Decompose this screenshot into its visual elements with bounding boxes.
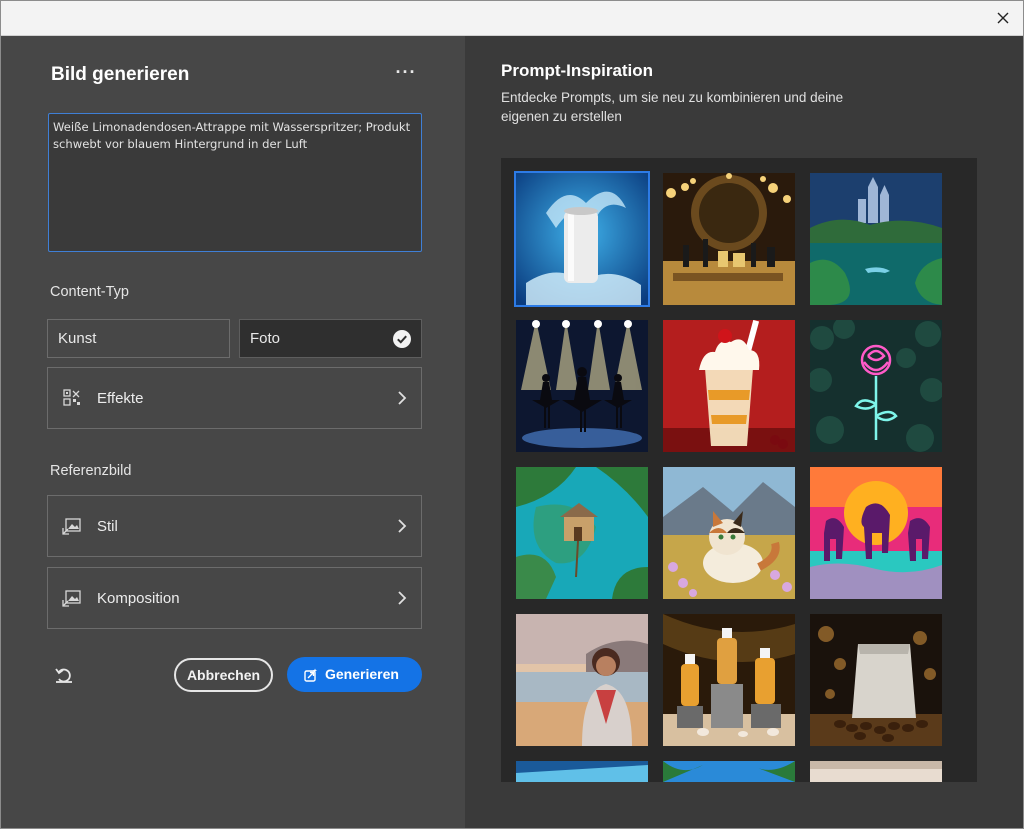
gallery-thumb-milkshake[interactable]	[663, 320, 795, 452]
gallery-thumb-row5-1[interactable]	[516, 761, 648, 782]
gallery-thumb-fantasy-castle[interactable]	[810, 173, 942, 305]
gallery-thumb-neon-horses[interactable]	[810, 467, 942, 599]
generate-icon	[304, 668, 318, 682]
gallery-thumb-cosmetic-bottles[interactable]	[663, 614, 795, 746]
gallery-thumb-soda-can[interactable]	[514, 171, 650, 307]
content-type-photo-label: Foto	[250, 330, 281, 347]
inspiration-title: Prompt-Inspiration	[501, 61, 654, 80]
gallery-thumb-row5-3[interactable]	[810, 761, 942, 782]
content-type-art-label: Kunst	[58, 330, 97, 347]
effects-icon	[63, 389, 80, 406]
composition-reference-button[interactable]: Komposition	[47, 567, 422, 629]
checkmark-icon	[393, 330, 411, 348]
gallery-thumb-floating-house[interactable]	[516, 467, 648, 599]
gallery-thumb-cat-meadow[interactable]	[663, 467, 795, 599]
settings-panel: Bild generieren ··· Weiße Limonadendosen…	[1, 36, 465, 828]
close-button[interactable]	[989, 4, 1017, 32]
effects-button[interactable]: Effekte	[47, 367, 422, 429]
content-type-art-button[interactable]: Kunst	[47, 319, 230, 358]
content-type-photo-button[interactable]: Foto	[239, 319, 422, 358]
gallery-thumb-beach-woman[interactable]	[516, 614, 648, 746]
gallery-thumb-neon-rose[interactable]	[810, 320, 942, 452]
content-type-label: Content-Typ	[50, 284, 129, 300]
gallery-thumb-cosmetics[interactable]	[663, 173, 795, 305]
generate-button[interactable]: Generieren	[287, 657, 422, 692]
dialog-title: Bild generieren	[51, 64, 190, 85]
chevron-right-icon	[398, 591, 407, 605]
style-label: Stil	[97, 518, 118, 535]
more-options-button[interactable]: ···	[393, 62, 419, 86]
gallery-thumb-ballet[interactable]	[516, 320, 648, 452]
cancel-button[interactable]: Abbrechen	[174, 658, 273, 692]
close-icon	[997, 12, 1009, 24]
composition-label: Komposition	[97, 590, 180, 607]
reset-button[interactable]	[53, 664, 75, 686]
inspiration-description: Entdecke Prompts, um sie neu zu kombinie…	[501, 90, 844, 124]
generate-image-dialog: Bild generieren ··· Weiße Limonadendosen…	[0, 0, 1024, 829]
chevron-right-icon	[398, 391, 407, 405]
title-bar	[1, 1, 1023, 36]
reference-image-label: Referenzbild	[50, 463, 132, 479]
inspiration-gallery	[501, 158, 977, 782]
generate-label: Generieren	[325, 666, 399, 682]
reset-icon	[55, 668, 72, 683]
gallery-thumb-coffee-bag[interactable]	[810, 614, 942, 746]
effects-label: Effekte	[97, 390, 144, 407]
prompt-input[interactable]: Weiße Limonadendosen-Attrappe mit Wasser…	[48, 113, 422, 252]
image-reference-icon	[62, 518, 81, 535]
prompt-inspiration-panel: Prompt-Inspiration Entdecke Prompts, um …	[465, 36, 1023, 828]
gallery-thumb-row5-2[interactable]	[663, 761, 795, 782]
style-reference-button[interactable]: Stil	[47, 495, 422, 557]
chevron-right-icon	[398, 519, 407, 533]
image-reference-icon	[62, 590, 81, 607]
